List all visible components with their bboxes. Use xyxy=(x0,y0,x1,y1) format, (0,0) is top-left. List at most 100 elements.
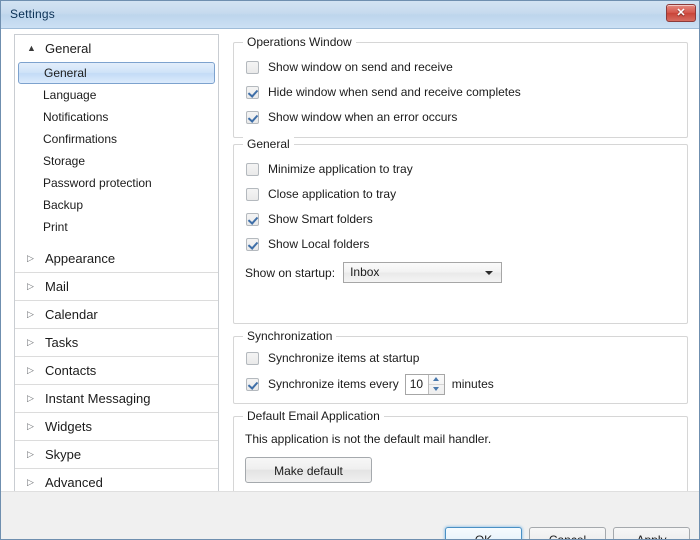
sidebar-item-storage[interactable]: Storage xyxy=(15,150,218,172)
checkbox-row-show-window-error[interactable]: Show window when an error occurs xyxy=(246,108,457,126)
sidebar-item-language[interactable]: Language xyxy=(15,84,218,106)
checkbox-label: Minimize application to tray xyxy=(268,162,413,176)
checkbox-row-show-local-folders[interactable]: Show Local folders xyxy=(246,235,369,253)
sync-interval-value: 10 xyxy=(409,376,424,391)
checkbox-label: Show Local folders xyxy=(268,237,370,251)
default-mail-handler-status: This application is not the default mail… xyxy=(245,432,492,446)
dialog-button-bar: OK Cancel Apply xyxy=(1,491,699,539)
cancel-button[interactable]: Cancel xyxy=(529,527,606,539)
sidebar-group-contacts[interactable]: ▷ Contacts xyxy=(15,357,218,385)
startup-label: Show on startup: xyxy=(245,265,336,280)
checkbox-sync-at-startup[interactable] xyxy=(246,351,259,365)
stepper-buttons[interactable] xyxy=(427,374,444,394)
sidebar-item-label: Password protection xyxy=(43,176,152,190)
sidebar-group-label: Instant Messaging xyxy=(45,391,151,406)
startup-select-value: Inbox xyxy=(350,265,380,279)
startup-field-row: Show on startup: Inbox xyxy=(245,262,503,283)
checkbox-label: Close application to tray xyxy=(268,187,397,201)
stepper-down-icon[interactable] xyxy=(429,385,444,394)
sidebar-item-label: General xyxy=(44,66,87,80)
group-title-general: General xyxy=(243,137,294,151)
sidebar-group-label: Skype xyxy=(45,447,82,462)
checkbox-row-close-to-tray[interactable]: Close application to tray xyxy=(246,185,396,203)
stepper-up-icon[interactable] xyxy=(428,375,444,385)
checkbox-label: Synchronize items at startup xyxy=(268,351,420,365)
sidebar-group-widgets[interactable]: ▷ Widgets xyxy=(15,413,218,441)
chevron-down-icon[interactable]: ▲ xyxy=(27,35,39,62)
sidebar-item-print[interactable]: Print xyxy=(15,216,218,238)
checkbox-show-window-error[interactable] xyxy=(246,110,259,124)
title-bar: Settings ✕ xyxy=(1,1,699,29)
sidebar-item-label: Confirmations xyxy=(43,132,118,146)
checkbox-hide-window-complete[interactable] xyxy=(246,85,259,99)
chevron-right-icon[interactable]: ▷ xyxy=(27,329,39,356)
checkbox-label: Hide window when send and receive comple… xyxy=(268,85,521,99)
sidebar-group-skype[interactable]: ▷ Skype xyxy=(15,441,218,469)
sidebar-item-general[interactable]: General xyxy=(18,62,215,84)
checkbox-sync-every[interactable] xyxy=(246,377,259,391)
sidebar-item-notifications[interactable]: Notifications xyxy=(15,106,218,128)
group-operations-window: Operations Window Show window on send an… xyxy=(233,35,688,138)
sidebar-group-instant-messaging[interactable]: ▷ Instant Messaging xyxy=(15,385,218,413)
checkbox-row-show-window-send-receive[interactable]: Show window on send and receive xyxy=(246,58,453,76)
sidebar-group-label: General xyxy=(45,41,92,56)
sidebar-item-label: Notifications xyxy=(43,110,109,124)
checkbox-minimize-to-tray[interactable] xyxy=(246,162,259,176)
chevron-right-icon[interactable]: ▷ xyxy=(27,385,39,412)
chevron-right-icon[interactable]: ▷ xyxy=(27,441,39,468)
chevron-right-icon[interactable]: ▷ xyxy=(27,301,39,328)
sidebar-item-password-protection[interactable]: Password protection xyxy=(15,172,218,194)
sidebar-item-label: Storage xyxy=(43,154,86,168)
dialog-content: ▲ General General Language Notifications Conf… xyxy=(1,29,699,539)
make-default-button[interactable]: Make default xyxy=(245,457,372,483)
sidebar-group-label: Widgets xyxy=(45,419,92,434)
sidebar-group-label: Calendar xyxy=(45,307,98,322)
chevron-right-icon[interactable]: ▷ xyxy=(27,273,39,300)
ok-button[interactable]: OK xyxy=(445,527,522,539)
chevron-right-icon[interactable]: ▷ xyxy=(27,413,39,440)
group-title-default-email: Default Email Application xyxy=(243,409,384,423)
group-synchronization: Synchronization Synchronize items at sta… xyxy=(233,329,688,404)
checkbox-row-minimize-to-tray[interactable]: Minimize application to tray xyxy=(246,160,413,178)
group-general: General Minimize application to tray Clo… xyxy=(233,137,688,324)
sidebar-item-label: Backup xyxy=(43,198,84,212)
checkbox-row-sync-at-startup[interactable]: Synchronize items at startup xyxy=(246,349,419,367)
checkbox-show-local-folders[interactable] xyxy=(246,237,259,251)
window-title: Settings xyxy=(10,7,55,21)
checkbox-row-sync-every[interactable]: Synchronize items every 10 minutes xyxy=(246,373,494,395)
startup-select[interactable]: Inbox xyxy=(343,262,503,283)
chevron-right-icon[interactable]: ▷ xyxy=(27,245,39,272)
sidebar-group-label: Advanced xyxy=(45,475,103,490)
close-icon: ✕ xyxy=(676,7,686,19)
sync-interval-unit: minutes xyxy=(451,377,494,391)
sidebar-item-label: Language xyxy=(43,88,97,102)
group-default-email-application: Default Email Application This applicati… xyxy=(233,409,688,500)
sidebar-group-label: Tasks xyxy=(45,335,79,350)
settings-navigation-tree[interactable]: ▲ General General Language Notifications Conf… xyxy=(14,34,219,514)
sidebar-group-appearance[interactable]: ▷ Appearance xyxy=(15,245,218,273)
sidebar-group-label: Contacts xyxy=(45,363,97,378)
sync-interval-stepper[interactable]: 10 xyxy=(404,373,445,395)
apply-button[interactable]: Apply xyxy=(613,527,690,539)
checkbox-show-window-send-receive[interactable] xyxy=(246,60,259,74)
chevron-right-icon[interactable]: ▷ xyxy=(27,357,39,384)
checkbox-row-show-smart-folders[interactable]: Show Smart folders xyxy=(246,210,373,228)
group-title-operations-window: Operations Window xyxy=(243,35,356,49)
chevron-down-icon xyxy=(485,271,494,275)
checkbox-show-smart-folders[interactable] xyxy=(246,212,259,226)
settings-panel-general: Operations Window Show window on send an… xyxy=(233,34,688,514)
sidebar-group-mail[interactable]: ▷ Mail xyxy=(15,273,218,301)
checkbox-label: Synchronize items every xyxy=(268,377,399,391)
close-button[interactable]: ✕ xyxy=(666,4,696,22)
settings-dialog-window: Settings ✕ ▲ General General Language Notifi… xyxy=(0,0,700,540)
checkbox-label: Show window on send and receive xyxy=(268,60,453,74)
sidebar-item-backup[interactable]: Backup xyxy=(15,194,218,216)
sidebar-group-calendar[interactable]: ▷ Calendar xyxy=(15,301,218,329)
checkbox-close-to-tray[interactable] xyxy=(246,187,259,201)
checkbox-row-hide-window-complete[interactable]: Hide window when send and receive comple… xyxy=(246,83,521,101)
sidebar-group-tasks[interactable]: ▷ Tasks xyxy=(15,329,218,357)
sidebar-item-confirmations[interactable]: Confirmations xyxy=(15,128,218,150)
sidebar-group-general[interactable]: ▲ General xyxy=(15,35,218,62)
checkbox-label: Show window when an error occurs xyxy=(268,110,458,124)
